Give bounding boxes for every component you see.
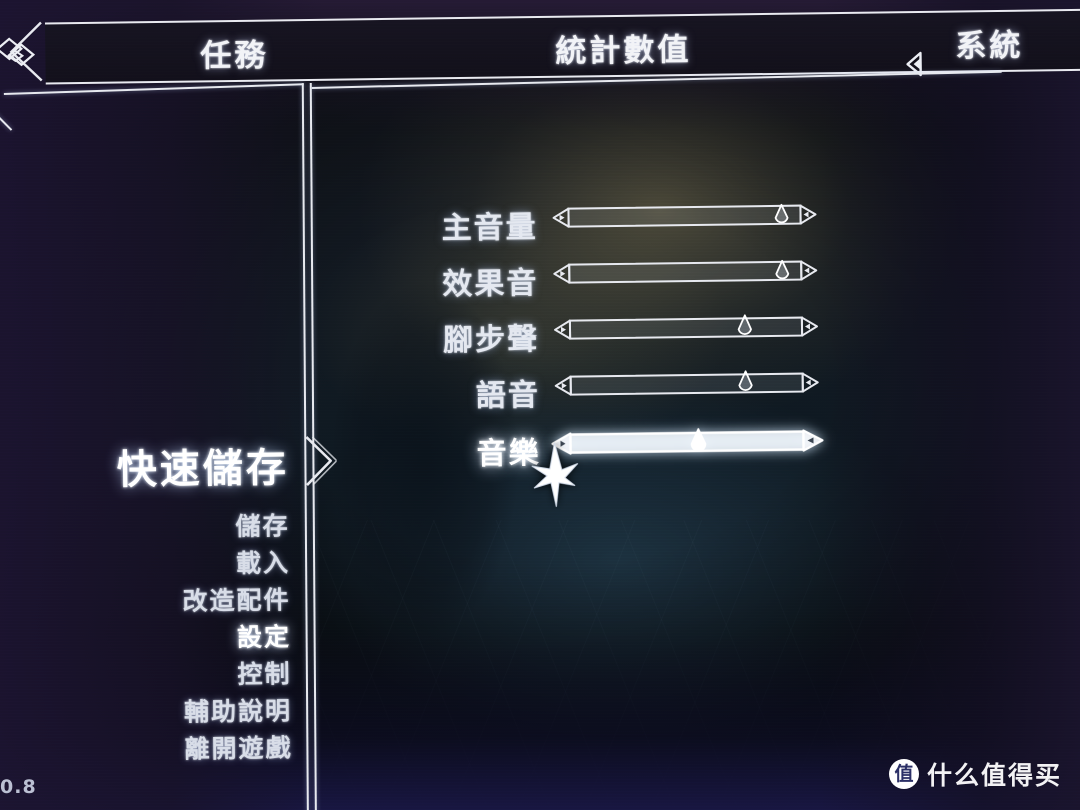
photo-grain-overlay (0, 0, 1080, 810)
game-settings-screen: 任務 統計數值 系統 快速儲存 儲存 載入 改造配件 設定 控制 輔助說明 離開… (0, 0, 1080, 810)
